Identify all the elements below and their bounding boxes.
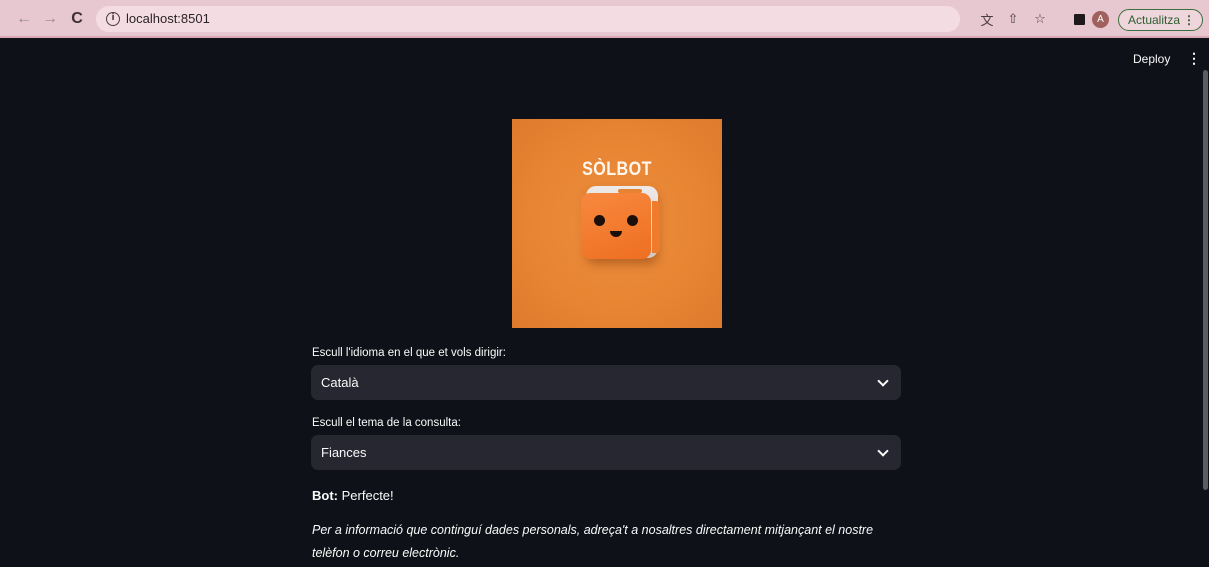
logo-title: SÒLBOT xyxy=(582,159,652,180)
privacy-notice-line1: Per a informació que continguí dades per… xyxy=(312,523,874,537)
browser-toolbar: ← → C i localhost:8501 文 ⇧ ☆ A Actualitz… xyxy=(0,0,1209,38)
robot-right-eye xyxy=(627,215,638,226)
site-info-icon[interactable]: i xyxy=(106,12,120,26)
privacy-notice: Per a informació que continguí dades per… xyxy=(312,519,912,565)
profile-avatar[interactable]: A xyxy=(1092,11,1109,28)
update-button[interactable]: Actualitza ⋮ xyxy=(1118,9,1203,31)
reload-icon[interactable]: C xyxy=(67,9,87,29)
language-select-value: Català xyxy=(321,375,359,390)
bookmark-star-icon[interactable]: ☆ xyxy=(1031,10,1049,28)
share-icon[interactable]: ⇧ xyxy=(1004,10,1022,28)
topic-select-value: Fiances xyxy=(321,445,367,460)
browser-menu-icon[interactable]: ⋮ xyxy=(1183,10,1195,30)
robot-side xyxy=(652,201,660,253)
language-label: Escull l'idioma en el que et vols dirigi… xyxy=(312,347,506,359)
solbot-logo: SÒLBOT xyxy=(512,119,722,328)
topic-label: Escull el tema de la consulta: xyxy=(312,417,461,429)
update-button-label: Actualitza xyxy=(1128,13,1181,27)
main-menu-icon[interactable]: ⋮ xyxy=(1187,50,1201,66)
forward-arrow-icon[interactable]: → xyxy=(40,9,60,29)
scrollbar[interactable] xyxy=(1203,70,1208,490)
bot-message-text: Perfecte! xyxy=(341,488,394,503)
translate-icon[interactable]: 文 xyxy=(978,10,996,29)
back-arrow-icon[interactable]: ← xyxy=(14,9,34,29)
bot-message: Bot: Perfecte! xyxy=(312,488,394,503)
url-text[interactable]: localhost:8501 xyxy=(126,11,210,26)
topic-select[interactable]: Fiances xyxy=(311,435,901,470)
robot-face xyxy=(581,193,651,259)
language-select[interactable]: Català xyxy=(311,365,901,400)
robot-left-eye xyxy=(594,215,605,226)
chevron-down-icon xyxy=(877,445,889,457)
bot-speaker: Bot: xyxy=(312,488,338,503)
robot-mouth xyxy=(610,231,622,237)
deploy-button[interactable]: Deploy xyxy=(1133,52,1170,66)
chevron-down-icon xyxy=(877,375,889,387)
privacy-notice-line2: telèfon o correu electrònic. xyxy=(312,546,460,560)
side-panel-icon[interactable] xyxy=(1070,10,1088,28)
address-bar[interactable]: i localhost:8501 xyxy=(96,6,960,32)
